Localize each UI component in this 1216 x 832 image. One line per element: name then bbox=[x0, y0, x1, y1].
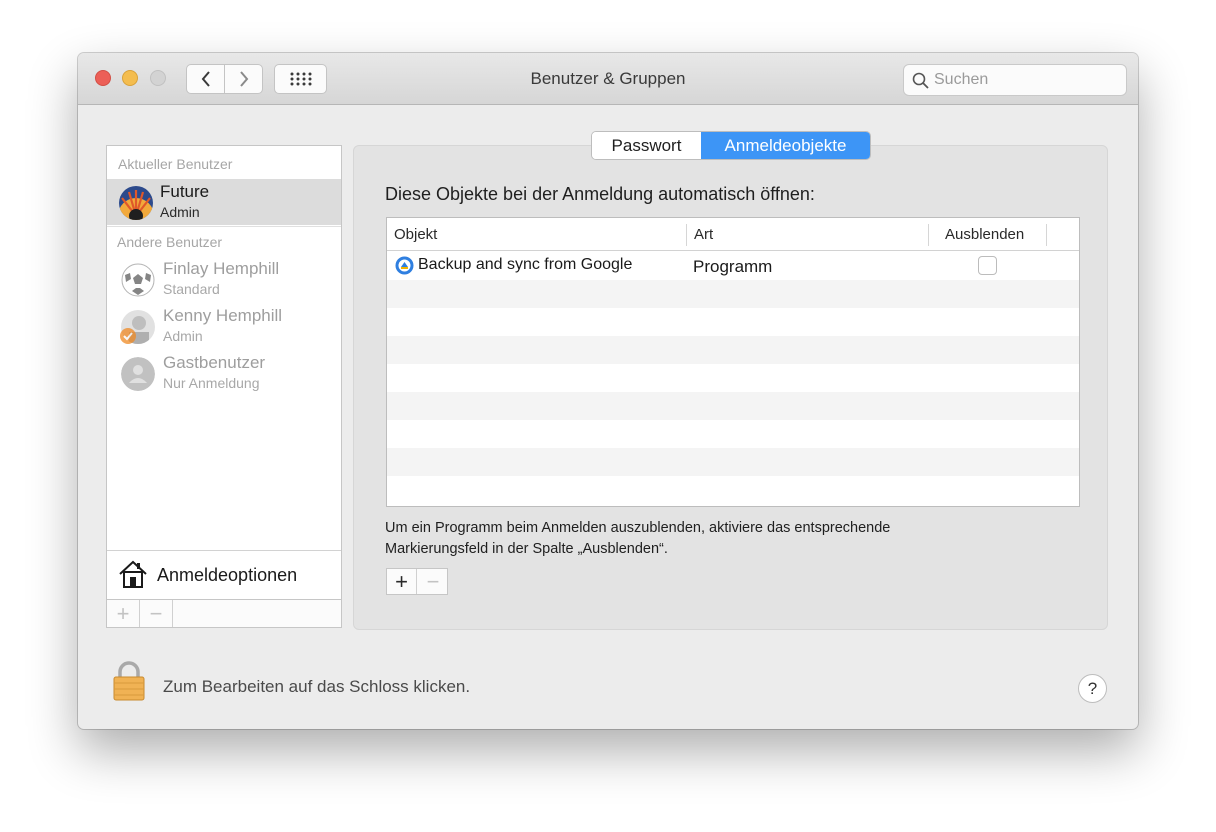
lock-hint-text: Zum Bearbeiten auf das Schloss klicken. bbox=[163, 677, 471, 696]
item-button-bar: + − bbox=[386, 568, 448, 595]
search-input[interactable] bbox=[934, 71, 1114, 89]
user-name: Future bbox=[160, 182, 210, 201]
column-header-objekt[interactable]: Objekt bbox=[394, 226, 437, 243]
lock-button[interactable] bbox=[112, 661, 146, 706]
table-row bbox=[387, 364, 1079, 392]
lock-icon bbox=[113, 661, 145, 701]
tab-anmeldeobjekte[interactable]: Anmeldeobjekte bbox=[701, 132, 870, 159]
zoom-button[interactable] bbox=[150, 70, 166, 86]
forward-icon bbox=[239, 71, 248, 87]
other-users-label: Andere Benutzer bbox=[117, 234, 223, 250]
table-row bbox=[387, 308, 1079, 336]
close-button[interactable] bbox=[95, 70, 111, 86]
table-body: Backup and sync from Google Programm bbox=[387, 252, 1079, 504]
table-row[interactable]: Backup and sync from Google Programm bbox=[387, 252, 1079, 280]
table-row bbox=[387, 392, 1079, 420]
item-kind: Programm bbox=[693, 257, 773, 276]
table-row bbox=[387, 448, 1079, 476]
title-bar: Benutzer & Gruppen bbox=[78, 53, 1138, 105]
search-field[interactable] bbox=[903, 64, 1127, 96]
user-item-kenny[interactable]: Kenny Hemphill Admin bbox=[107, 303, 341, 349]
table-row bbox=[387, 420, 1079, 448]
minimize-button[interactable] bbox=[122, 70, 138, 86]
grid-icon bbox=[290, 72, 311, 86]
hide-hint-text: Um ein Programm beim Anmelden auszublend… bbox=[385, 518, 890, 560]
search-icon bbox=[912, 72, 929, 89]
table-row bbox=[387, 336, 1079, 364]
login-items-heading: Diese Objekte bei der Anmeldung automati… bbox=[385, 184, 815, 204]
avatar bbox=[121, 357, 155, 391]
user-name: Finlay Hemphill bbox=[163, 259, 280, 278]
login-items-table[interactable]: Objekt Art Ausblenden Backup and sync fr… bbox=[386, 217, 1080, 507]
help-button[interactable]: ? bbox=[1078, 674, 1107, 703]
remove-item-button[interactable]: − bbox=[418, 569, 448, 594]
back-icon bbox=[201, 71, 210, 87]
column-divider bbox=[928, 224, 929, 246]
column-divider bbox=[686, 224, 687, 246]
column-header-ausblenden[interactable]: Ausblenden bbox=[945, 226, 1024, 243]
user-list-sidebar: Aktueller Benutzer Future Admin Andere B… bbox=[106, 145, 342, 628]
user-role: Standard bbox=[163, 281, 220, 297]
back-button[interactable] bbox=[186, 64, 225, 94]
user-role: Admin bbox=[160, 204, 200, 220]
window-title: Benutzer & Gruppen bbox=[530, 69, 686, 88]
hint-line: Markierungsfeld in der Spalte „Ausblende… bbox=[385, 541, 668, 557]
house-icon bbox=[119, 560, 147, 588]
user-role: Admin bbox=[163, 328, 203, 344]
tab-bar: Passwort Anmeldeobjekte bbox=[591, 131, 871, 160]
table-row bbox=[387, 476, 1079, 504]
remove-user-button[interactable]: − bbox=[140, 600, 173, 627]
tab-passwort[interactable]: Passwort bbox=[592, 132, 701, 159]
admin-badge-icon bbox=[120, 328, 136, 344]
sidebar-button-bar: + − bbox=[107, 599, 341, 627]
avatar bbox=[119, 186, 153, 220]
table-header: Objekt Art Ausblenden bbox=[387, 218, 1079, 251]
sync-app-icon bbox=[395, 256, 414, 275]
current-user-label: Aktueller Benutzer bbox=[118, 156, 233, 172]
preferences-window: Benutzer & Gruppen Aktueller Benutzer bbox=[78, 53, 1138, 729]
column-header-art[interactable]: Art bbox=[694, 226, 713, 243]
column-divider bbox=[1046, 224, 1047, 246]
hint-line: Um ein Programm beim Anmelden auszublend… bbox=[385, 520, 891, 536]
add-item-button[interactable]: + bbox=[387, 569, 417, 594]
hide-checkbox[interactable] bbox=[978, 256, 997, 275]
add-user-button[interactable]: + bbox=[107, 600, 140, 627]
user-item-finlay[interactable]: Finlay Hemphill Standard bbox=[107, 256, 341, 302]
avatar bbox=[121, 263, 155, 297]
user-item-future[interactable]: Future Admin bbox=[107, 179, 341, 225]
user-name: Gastbenutzer bbox=[163, 353, 266, 372]
user-item-guest[interactable]: Gastbenutzer Nur Anmeldung bbox=[107, 350, 341, 396]
login-options-label: Anmeldeoptionen bbox=[157, 565, 298, 585]
user-role: Nur Anmeldung bbox=[163, 375, 260, 391]
show-all-button[interactable] bbox=[274, 64, 327, 94]
user-name: Kenny Hemphill bbox=[163, 306, 283, 325]
login-options-item[interactable]: Anmeldeoptionen bbox=[107, 550, 341, 599]
item-name: Backup and sync from Google bbox=[418, 256, 633, 273]
table-row bbox=[387, 280, 1079, 308]
divider bbox=[107, 226, 341, 227]
forward-button[interactable] bbox=[224, 64, 263, 94]
